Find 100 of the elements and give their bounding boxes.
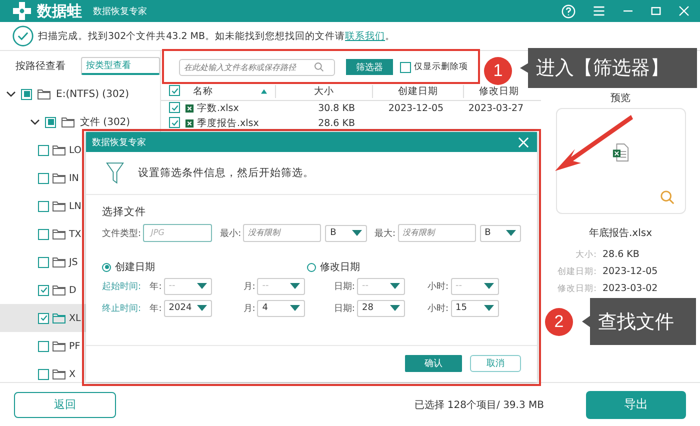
checkbox[interactable] xyxy=(45,116,56,128)
time-dropdown[interactable]: 4 xyxy=(257,300,306,316)
table-cell: 季度报告.xlsx xyxy=(197,117,259,130)
field-label: 月: xyxy=(243,302,256,314)
tree-item[interactable]: 文件 (302) xyxy=(80,115,130,129)
folder-icon xyxy=(52,172,66,184)
view-tab[interactable]: 按路径查看 xyxy=(0,51,81,80)
field-label: 最小: xyxy=(220,228,242,240)
column-header[interactable]: 修改日期 xyxy=(479,85,519,98)
checkbox[interactable] xyxy=(38,144,49,156)
cancel-button[interactable]: 取消 xyxy=(470,354,521,372)
unit-dropdown[interactable]: B xyxy=(480,224,521,242)
chevron-icon[interactable] xyxy=(6,89,16,99)
column-header[interactable]: 名称 xyxy=(193,85,213,98)
tree-item[interactable]: LO xyxy=(69,144,82,156)
detail-value: 2023-03-02 xyxy=(602,283,658,294)
checkbox[interactable] xyxy=(38,256,49,268)
checkbox-label: 仅显示删除项 xyxy=(414,61,468,73)
tree-item[interactable]: D xyxy=(69,284,76,296)
table-cell: 字数.xlsx xyxy=(197,102,239,115)
caret-icon xyxy=(290,305,300,311)
time-dropdown[interactable]: 15 xyxy=(450,300,498,316)
dialog-message: 设置筛选条件信息，然后开始筛选。 xyxy=(138,166,314,180)
folder-icon xyxy=(52,256,66,268)
tree-item[interactable]: LN xyxy=(69,200,82,212)
field-label: 年: xyxy=(150,302,162,314)
section-title: 选择文件 xyxy=(102,205,147,219)
table-cell: 2023-12-05 xyxy=(388,103,444,114)
field-label: 小时: xyxy=(427,280,448,292)
date-radio[interactable]: 创建日期 xyxy=(102,260,307,274)
field-label: 文件类型: xyxy=(102,228,142,240)
field-label: 最大: xyxy=(374,228,396,240)
checkbox[interactable] xyxy=(21,88,32,100)
size-field[interactable]: 没有限制 xyxy=(398,224,476,242)
dialog-title: 数据恢复专家 xyxy=(92,136,146,148)
step-number: 2 xyxy=(545,308,573,336)
tree-item[interactable]: TX xyxy=(69,228,82,240)
detail-label: 创建日期: xyxy=(556,266,596,278)
tree-item[interactable]: E:(NTFS) (302) xyxy=(56,88,130,100)
confirm-button[interactable]: 确认 xyxy=(405,354,462,372)
help-icon[interactable] xyxy=(561,4,576,18)
checkbox[interactable] xyxy=(38,284,49,296)
folder-icon xyxy=(37,88,51,100)
file-name: 年底报告.xlsx xyxy=(588,226,652,240)
folder-icon xyxy=(52,228,66,240)
back-button[interactable]: 返回 xyxy=(14,392,116,418)
callout: 进入【筛选器】 xyxy=(520,48,697,88)
tree-item[interactable]: XL xyxy=(69,312,81,324)
sort-icon xyxy=(261,89,267,94)
check-circle-icon xyxy=(12,25,34,47)
column-header[interactable]: 大小 xyxy=(314,85,334,98)
search-field[interactable]: 在此处输入文件名称或保存路径 xyxy=(179,58,335,76)
checkbox[interactable] xyxy=(38,312,49,324)
detail-value: 28.6 KB xyxy=(602,249,640,260)
field-label: 小时: xyxy=(427,302,448,314)
checkbox[interactable] xyxy=(38,368,49,380)
size-field[interactable]: 没有限制 xyxy=(243,224,322,242)
filter-button[interactable]: 筛选器 xyxy=(346,59,393,75)
checkbox[interactable] xyxy=(38,340,49,352)
selection-summary: 已选择 128个项目/ 39.3 MB xyxy=(414,398,544,412)
time-label: 终止时间: xyxy=(102,302,142,314)
preview-title: 预览 xyxy=(610,92,630,105)
tree-item[interactable]: PF xyxy=(69,340,80,352)
spreadsheet-icon xyxy=(185,119,194,128)
tree-item[interactable]: IN xyxy=(69,172,79,184)
folder-icon xyxy=(52,284,66,296)
checkbox[interactable] xyxy=(169,102,180,114)
detail-label: 大小: xyxy=(574,248,596,260)
date-radio[interactable]: 修改日期 xyxy=(307,260,512,274)
folder-icon xyxy=(52,144,66,156)
caret-icon xyxy=(290,283,300,289)
checkbox[interactable] xyxy=(169,117,180,128)
chevron-icon[interactable] xyxy=(30,117,40,127)
filter-icon xyxy=(106,162,124,184)
caret-icon xyxy=(352,230,362,236)
close-icon[interactable] xyxy=(678,5,690,17)
time-dropdown[interactable]: 28 xyxy=(356,300,405,316)
table-cell: 2023-03-27 xyxy=(468,103,524,114)
checkbox[interactable] xyxy=(38,172,49,184)
tree-item[interactable]: JS xyxy=(69,256,78,268)
checkbox[interactable] xyxy=(400,62,411,72)
unit-dropdown[interactable]: B xyxy=(325,224,367,242)
folder-icon xyxy=(52,312,66,324)
search-icon[interactable] xyxy=(660,190,674,205)
field-label: 月: xyxy=(243,280,256,292)
detail-label: 修改日期: xyxy=(556,282,596,294)
folder-icon xyxy=(61,116,75,128)
checkbox[interactable] xyxy=(38,200,49,212)
step-number: 1 xyxy=(484,57,512,85)
tree-item[interactable]: X xyxy=(69,368,76,380)
checkbox[interactable] xyxy=(169,85,180,96)
contact-link[interactable]: 联系我们 xyxy=(345,30,386,42)
time-dropdown[interactable]: 2024 xyxy=(164,300,212,316)
close-icon[interactable] xyxy=(518,136,529,148)
column-header[interactable]: 创建日期 xyxy=(398,85,438,98)
checkbox[interactable] xyxy=(38,228,49,240)
menu-icon[interactable] xyxy=(592,4,606,18)
maximize-icon[interactable] xyxy=(650,5,662,17)
caret-icon xyxy=(506,230,516,236)
view-tab[interactable]: 按类型查看 xyxy=(81,56,160,74)
